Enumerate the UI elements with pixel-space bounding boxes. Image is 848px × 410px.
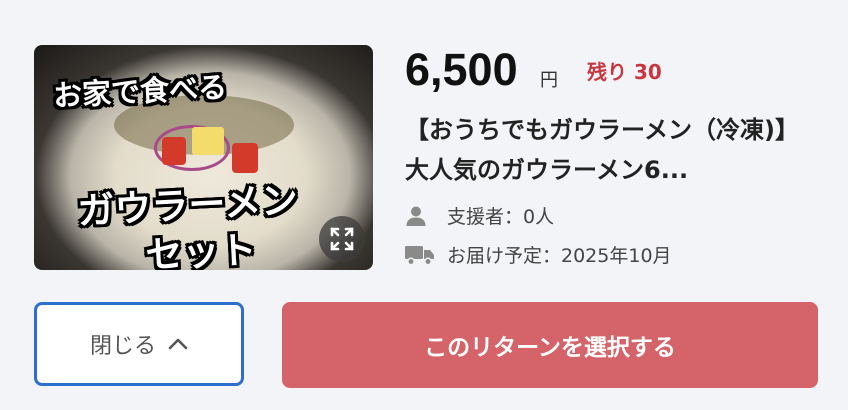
- image-butter: [192, 127, 224, 155]
- image-tomato: [162, 137, 186, 165]
- currency-label: 円: [540, 70, 558, 91]
- reward-image[interactable]: お家で食べる ガウラーメン セット: [34, 45, 373, 270]
- chevron-up-icon: [168, 337, 188, 351]
- image-caption-bottom: セット: [144, 228, 258, 270]
- supporters-row: 支援者：0人: [405, 202, 554, 229]
- close-button-label: 閉じる: [89, 334, 156, 359]
- remaining-count: 残り 30: [587, 60, 662, 84]
- select-reward-button[interactable]: このリターンを選択する: [282, 302, 818, 388]
- person-icon: [405, 203, 437, 229]
- image-tomato: [232, 143, 258, 173]
- close-button[interactable]: 閉じる: [34, 302, 244, 386]
- reward-price: 6,500: [405, 44, 518, 95]
- expand-icon: [330, 227, 354, 251]
- supporters-text: 支援者：0人: [447, 206, 555, 228]
- delivery-text: お届け予定：2025年10月: [447, 245, 672, 267]
- expand-image-button[interactable]: [319, 216, 365, 262]
- reward-title: 【おうちでもガウラーメン（冷凍)】 大人気のガウラーメン6...: [405, 116, 800, 184]
- delivery-row: お届け予定：2025年10月: [405, 241, 672, 268]
- truck-icon: [405, 242, 437, 268]
